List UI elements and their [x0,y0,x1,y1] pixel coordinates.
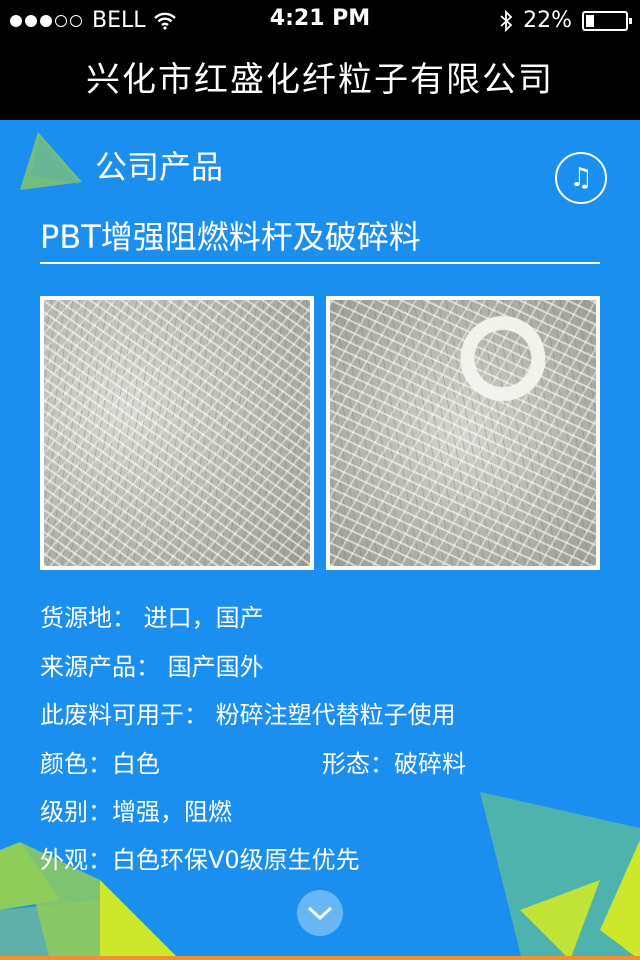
product-title: PBT增强阻燃料杆及破碎料 [40,218,421,256]
detail-origin: 货源地： 进口，国产 [40,604,264,632]
music-note-icon: ♫ [569,163,593,193]
music-toggle-button[interactable]: ♫ [555,152,607,204]
bluetooth-icon [500,9,513,32]
detail-form: 形态：破碎料 [322,750,466,778]
chevron-down-icon [307,906,333,921]
status-right: 22% [499,8,632,33]
detail-appearance: 外观：白色环保V0级原生优先 [40,846,360,874]
scroll-down-button[interactable] [297,890,343,936]
divider [40,262,600,264]
section-title: 公司产品 [95,148,224,186]
detail-grade: 级别：增强，阻燃 [40,798,232,826]
battery-percent: 22% [523,8,572,33]
bottom-accent-line [0,956,640,960]
detail-usage: 此废料可用于： 粉碎注塑代替粒子使用 [40,701,456,729]
battery-icon [582,10,632,31]
battery-fill [586,14,594,27]
product-photo-2[interactable] [326,296,600,570]
detail-source: 来源产品： 国产国外 [40,653,264,681]
product-photo-1[interactable] [40,296,314,570]
status-bar: BELL 4:21 PM 22% [0,0,640,40]
page-title: 兴化市红盛化纤粒子有限公司 [0,40,640,120]
main-content[interactable]: 公司产品 ♫ PBT增强阻燃料杆及破碎料 货源地： 进口，国产 来源产品： 国产… [0,120,640,960]
detail-color: 颜色：白色 [40,750,160,778]
